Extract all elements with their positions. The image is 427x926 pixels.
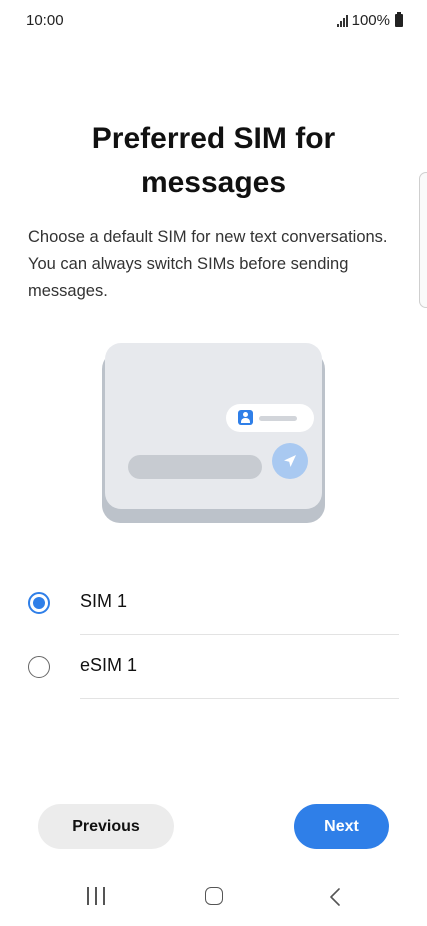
radio-button[interactable] <box>28 656 50 678</box>
option-label: eSIM 1 <box>80 655 138 675</box>
navigation-bar <box>0 876 427 922</box>
status-time: 10:00 <box>26 12 64 29</box>
option-sim-1[interactable]: SIM 1 <box>0 571 427 635</box>
messages-illustration <box>102 343 325 523</box>
send-icon <box>272 443 308 479</box>
page-description: Choose a default SIM for new text conver… <box>28 228 388 300</box>
illustration-contact-placeholder <box>259 416 297 421</box>
edge-panel-handle[interactable] <box>419 172 427 308</box>
status-bar: 10:00 100% <box>0 0 427 44</box>
battery-percent: 100% <box>351 12 390 29</box>
illustration-text-field <box>128 455 262 479</box>
option-esim-1[interactable]: eSIM 1 <box>0 635 427 699</box>
previous-button[interactable]: Previous <box>38 804 174 849</box>
illustration-contact-bubble <box>226 404 314 432</box>
page-title: Preferred SIM for messages <box>91 122 336 199</box>
back-icon[interactable] <box>328 887 342 907</box>
option-label: SIM 1 <box>80 591 128 611</box>
recents-icon[interactable] <box>87 887 105 905</box>
status-indicators: 100% <box>336 12 403 29</box>
illustration-device-screen <box>105 343 322 509</box>
signal-bars-icon <box>336 14 348 27</box>
radio-button-selected[interactable] <box>28 592 50 614</box>
next-button[interactable]: Next <box>294 804 389 849</box>
battery-icon <box>395 12 403 27</box>
contact-icon <box>238 410 253 425</box>
home-icon[interactable] <box>205 887 223 905</box>
divider <box>80 698 399 699</box>
